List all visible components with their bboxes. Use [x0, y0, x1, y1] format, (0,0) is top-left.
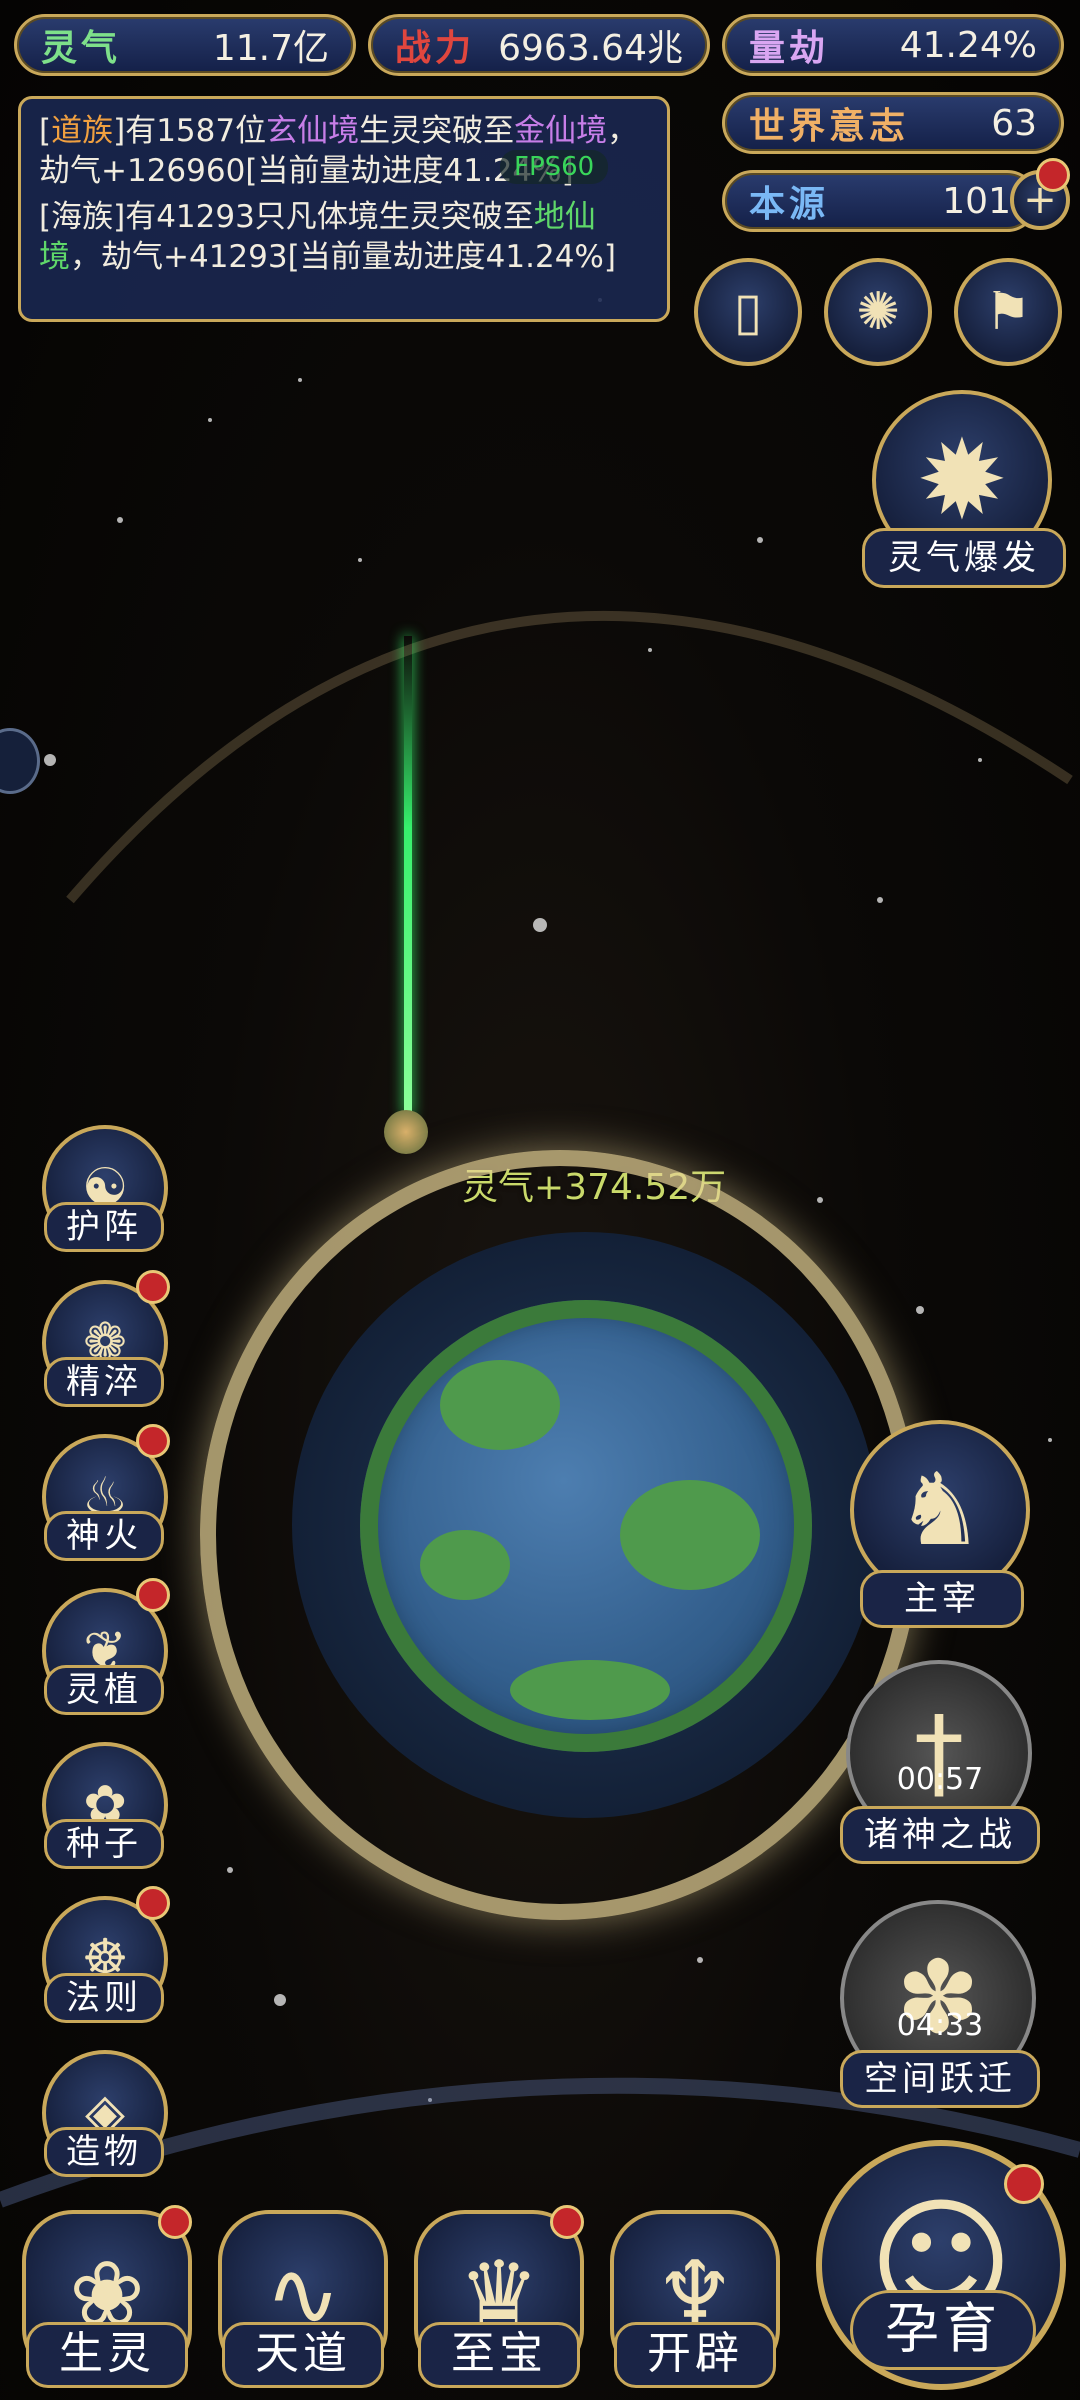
- kongjian-label[interactable]: 空间跃迁: [840, 2050, 1040, 2108]
- vortex-button[interactable]: ✺: [824, 258, 932, 366]
- land-mass: [420, 1530, 510, 1600]
- log-race-daozu: 道族: [51, 113, 114, 149]
- flag-icon: ⚑: [984, 282, 1032, 342]
- stat-shijie-label: 世界意志: [749, 106, 910, 147]
- tiandao-label[interactable]: 天道: [222, 2322, 384, 2388]
- stat-zhanli[interactable]: 战力 6963.64兆: [368, 14, 710, 76]
- zhuzai-label[interactable]: 主宰: [860, 1570, 1024, 1628]
- dragon-icon: ♞: [895, 1451, 985, 1568]
- stat-liangjie-label: 量劫: [749, 28, 830, 69]
- kaipi-label[interactable]: 开辟: [614, 2322, 776, 2388]
- badge-shenhuo: [136, 1424, 170, 1458]
- cards-icon: ▯: [733, 282, 763, 342]
- menu-lingzhi-label[interactable]: 灵植: [44, 1665, 164, 1715]
- log-line-2: [海族]有41293只凡体境生灵突破至地仙境，劫气+41293[当前量劫进度41…: [39, 197, 649, 277]
- log-text-a: ]有1587位: [113, 113, 267, 149]
- land-mass: [510, 1660, 670, 1720]
- zhibao-label[interactable]: 至宝: [418, 2322, 580, 2388]
- stat-shijie[interactable]: 世界意志 63: [722, 92, 1064, 154]
- badge-lingzhi: [136, 1578, 170, 1612]
- stat-benyuan[interactable]: 本源 101: [722, 170, 1038, 232]
- badge-yunyu: [1004, 2164, 1044, 2204]
- land-mass: [620, 1480, 760, 1590]
- side-tab[interactable]: [0, 728, 40, 794]
- badge-faze: [136, 1886, 170, 1920]
- stat-lingqi-label: 灵气: [41, 28, 122, 69]
- stat-liangjie-value: 41.24%: [899, 24, 1037, 66]
- event-log: [道族]有1587位玄仙境生灵突破至金仙境，劫气+126960[当前量劫进度41…: [18, 96, 670, 322]
- stat-lingqi-value: 11.7亿: [212, 28, 329, 69]
- log-bracket: [: [39, 113, 52, 149]
- log-realm-xuanxian: 玄仙境: [266, 113, 360, 149]
- menu-zhongzi-label[interactable]: 种子: [44, 1819, 164, 1869]
- kongjian-timer: 04:33: [896, 2008, 984, 2043]
- zhushen-timer: 00:57: [896, 1762, 984, 1797]
- zhushen-label[interactable]: 诸神之战: [840, 1806, 1040, 1864]
- stat-zhanli-label: 战力: [395, 28, 476, 69]
- menu-faze-label[interactable]: 法则: [44, 1973, 164, 2023]
- log-text-e: ，劫气+41293[当前量劫进度41.24%]: [70, 239, 616, 275]
- burst-label[interactable]: 灵气爆发: [862, 528, 1066, 588]
- shengling-label[interactable]: 生灵: [26, 2322, 188, 2388]
- stat-benyuan-label: 本源: [749, 184, 830, 225]
- menu-jingcui-label[interactable]: 精淬: [44, 1357, 164, 1407]
- land-mass: [440, 1360, 560, 1450]
- benyuan-badge: [1036, 158, 1070, 192]
- stat-lingqi[interactable]: 灵气 11.7亿: [14, 14, 356, 76]
- burst-icon: ✹: [915, 416, 1009, 544]
- planet[interactable]: [360, 1300, 812, 1752]
- creature-sprite[interactable]: [384, 1110, 428, 1154]
- menu-zaowu-label[interactable]: 造物: [44, 2127, 164, 2177]
- badge-jingcui: [136, 1270, 170, 1304]
- log-realm-jinxian: 金仙境: [514, 113, 608, 149]
- menu-shenhuo-label[interactable]: 神火: [44, 1511, 164, 1561]
- cards-button[interactable]: ▯: [694, 258, 802, 366]
- badge-shengling: [158, 2205, 192, 2239]
- stat-benyuan-value: 101: [942, 180, 1011, 222]
- log-text-b: 生灵突破至: [359, 113, 515, 149]
- vortex-icon: ✺: [856, 282, 900, 342]
- fps-counter: FPS60: [500, 150, 609, 184]
- badge-zhibao: [550, 2205, 584, 2239]
- stat-shijie-value: 63: [991, 102, 1037, 144]
- menu-huzhen-label[interactable]: 护阵: [44, 1202, 164, 1252]
- flag-button[interactable]: ⚑: [954, 258, 1062, 366]
- log-text-d: [海族]有41293只凡体境生灵突破至: [39, 199, 534, 235]
- energy-beam: [404, 636, 412, 1116]
- stat-liangjie[interactable]: 量劫 41.24%: [722, 14, 1064, 76]
- yunyu-label[interactable]: 孕育: [850, 2290, 1036, 2370]
- stat-zhanli-value: 6963.64兆: [498, 28, 683, 69]
